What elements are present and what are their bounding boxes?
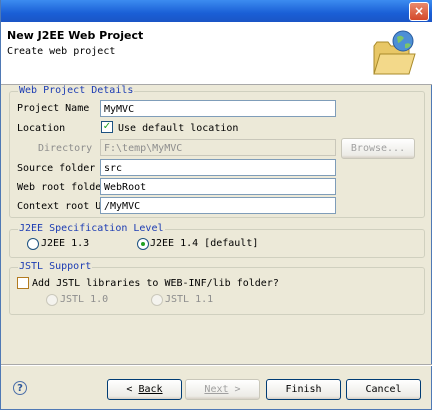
web-root-folder-input[interactable]: WebRoot <box>100 178 336 195</box>
source-folder-input[interactable]: src <box>100 159 336 176</box>
project-name-label: Project Name <box>17 103 90 114</box>
j2ee-13-radio[interactable] <box>27 238 39 250</box>
next-button-label: Next <box>204 384 229 395</box>
directory-input[interactable]: F:\temp\MyMVC <box>100 139 336 156</box>
project-name-input[interactable]: MyMVC <box>100 100 336 117</box>
close-icon[interactable]: × <box>409 2 429 21</box>
help-icon[interactable]: ? <box>13 381 27 395</box>
jstl-10-radio[interactable] <box>46 294 58 306</box>
use-default-location-label[interactable]: Use default location <box>118 123 238 134</box>
cancel-button[interactable]: Cancel <box>346 379 421 400</box>
jstl-11-radio[interactable] <box>151 294 163 306</box>
finish-button[interactable]: Finish <box>266 379 341 400</box>
jstl-support-label: JSTL Support <box>18 261 93 272</box>
j2ee-13-label[interactable]: J2EE 1.3 <box>41 238 89 249</box>
wizard-title: New J2EE Web Project <box>7 29 144 42</box>
j2ee-14-label[interactable]: J2EE 1.4 [default] <box>150 238 258 249</box>
context-root-url-label: Context root URL <box>17 201 114 212</box>
jstl-11-label[interactable]: JSTL 1.1 <box>165 294 213 305</box>
jstl-support-group: JSTL Support <box>9 261 425 315</box>
back-button-label: Back <box>138 384 163 395</box>
location-label: Location <box>17 123 66 134</box>
web-root-folder-label: Web root folder <box>17 182 108 193</box>
use-default-location-checkbox[interactable]: ✓ <box>101 121 113 133</box>
directory-label: Directory <box>38 143 93 154</box>
add-jstl-checkbox[interactable] <box>17 277 29 289</box>
source-folder-label: Source folder <box>17 163 96 174</box>
jstl-10-label[interactable]: JSTL 1.0 <box>60 294 108 305</box>
wizard-subtitle: Create web project <box>7 46 116 57</box>
web-project-folder-icon <box>373 30 416 75</box>
context-root-url-input[interactable]: /MyMVC <box>100 197 336 214</box>
j2ee-14-radio[interactable] <box>137 238 149 250</box>
back-button[interactable]: < Back <box>107 379 182 400</box>
j2ee-level-label: J2EE Specification Level <box>18 223 165 234</box>
add-jstl-label[interactable]: Add JSTL libraries to WEB-INF/lib folder… <box>32 278 279 289</box>
title-bar[interactable]: × <box>1 0 432 22</box>
wizard-header: New J2EE Web Project Create web project <box>1 22 432 85</box>
next-button[interactable]: Next > <box>185 379 260 400</box>
web-project-details-label: Web Project Details <box>18 85 135 96</box>
dialog-window: × New J2EE Web Project Create web projec… <box>0 0 432 410</box>
footer-separator <box>1 364 432 366</box>
browse-button[interactable]: Browse... <box>341 138 415 159</box>
